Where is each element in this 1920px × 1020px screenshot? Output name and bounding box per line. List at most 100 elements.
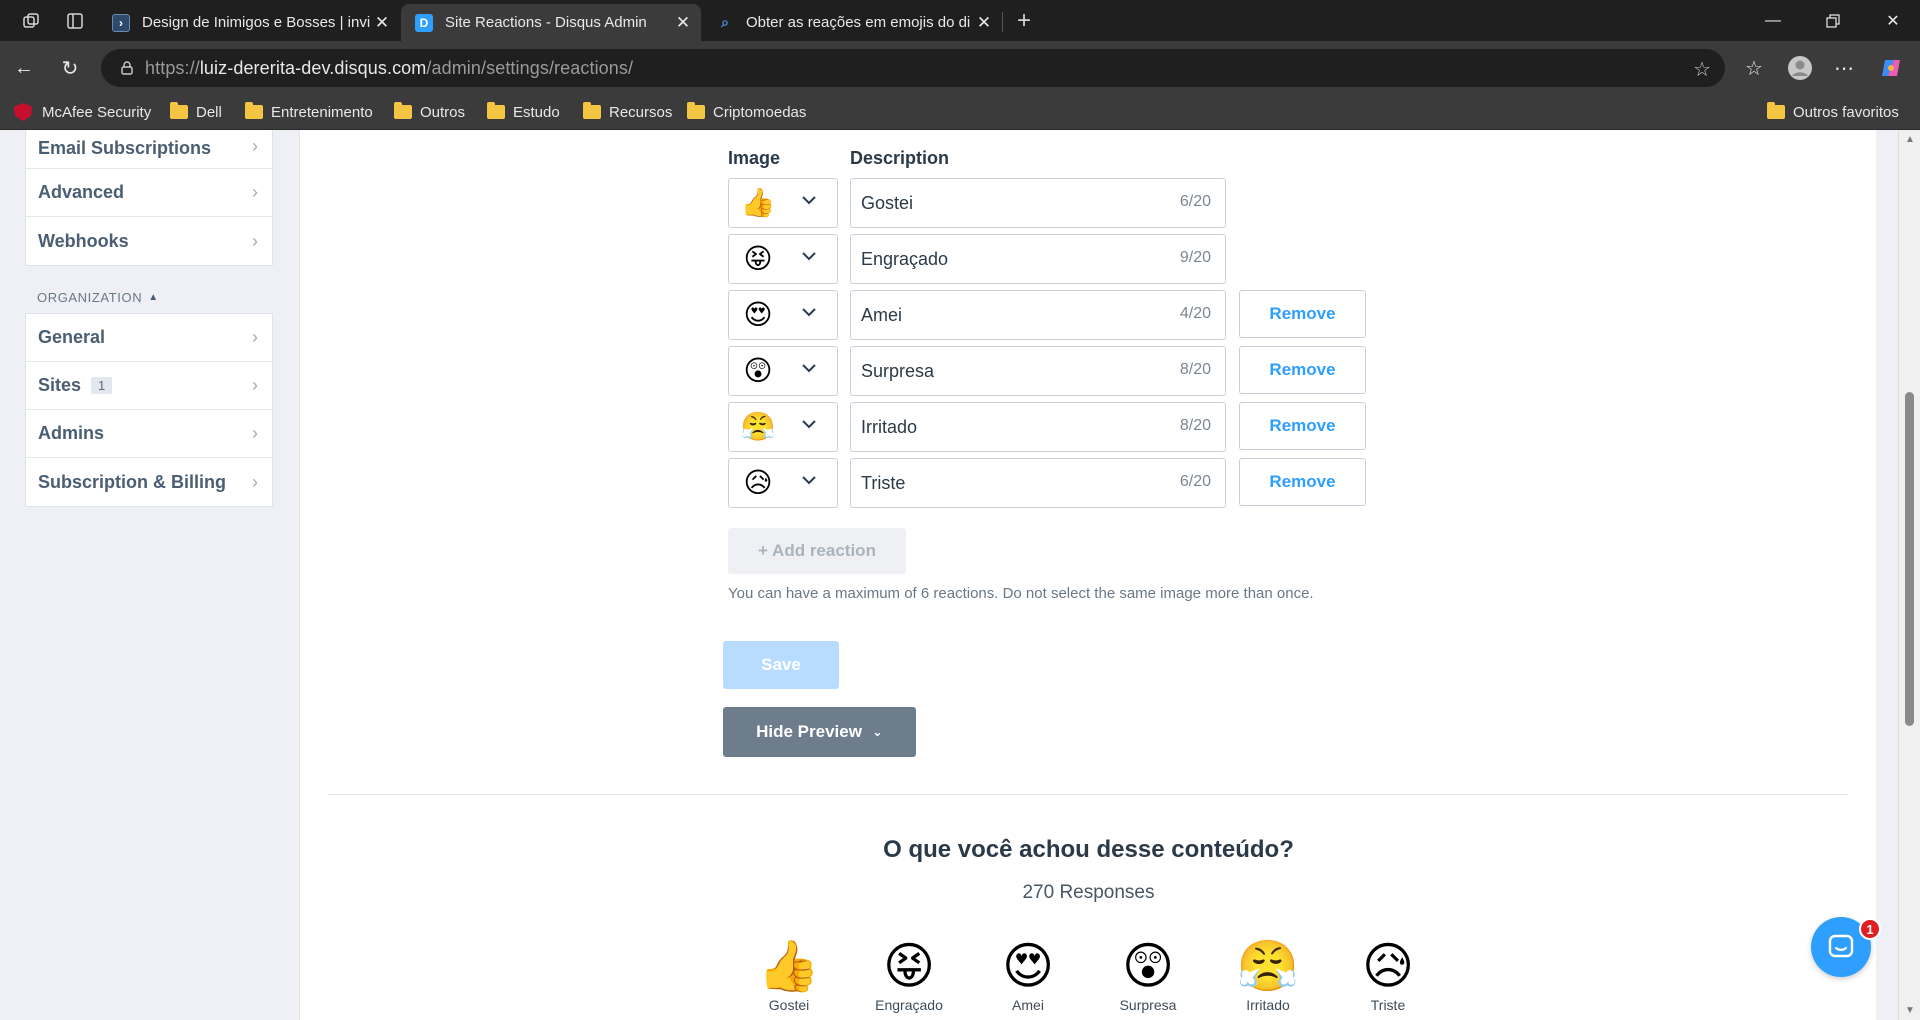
reaction-description-input[interactable]: Surpresa 8/20 — [850, 346, 1226, 396]
tab-design-inimigos[interactable]: › Design de Inimigos e Bosses | invi ✕ — [98, 4, 400, 41]
sidebar-item-general[interactable]: General › — [26, 314, 272, 362]
minimize-icon[interactable]: — — [1758, 8, 1788, 34]
site-info-icon[interactable] — [109, 60, 145, 76]
add-reaction-button[interactable]: + Add reaction — [728, 528, 906, 574]
preview-reaction[interactable]: 😤 Irritado — [1218, 937, 1318, 1013]
preview-reaction-label: Irritado — [1246, 997, 1290, 1013]
bookmark-label: Criptomoedas — [713, 103, 807, 121]
chevron-down-icon — [802, 364, 816, 373]
preview-reaction-emoji: 😤 — [1236, 938, 1300, 994]
sidebar-item-sites[interactable]: Sites 1 › — [26, 362, 272, 410]
mcafee-icon — [14, 103, 32, 121]
save-button[interactable]: Save — [723, 641, 839, 689]
url-text[interactable]: https://luiz-dererita-dev.disqus.com/adm… — [145, 58, 633, 79]
hide-preview-button[interactable]: Hide Preview ⌄ — [723, 707, 916, 757]
bookmark-entretenimento[interactable]: Entretenimento — [245, 102, 373, 122]
scroll-down-arrow-icon[interactable]: ▼ — [1905, 1005, 1915, 1016]
preview-reaction[interactable]: 👍 Gostei — [739, 937, 839, 1013]
reaction-image-select[interactable]: 👍 — [728, 178, 838, 228]
preview-reaction[interactable]: 😥 Triste — [1338, 937, 1438, 1013]
page-scrollbar[interactable]: ▲ ▼ — [1898, 130, 1920, 1020]
bookmark-dell[interactable]: Dell — [170, 102, 222, 122]
vertical-tabs-icon[interactable] — [62, 8, 88, 34]
sidebar-item-webhooks[interactable]: Webhooks › — [26, 217, 272, 265]
reaction-description-input[interactable]: Irritado 8/20 — [850, 402, 1226, 452]
reload-icon[interactable]: ↻ — [56, 54, 84, 82]
copilot-icon[interactable] — [1877, 54, 1905, 82]
folder-icon — [487, 102, 505, 119]
hide-preview-label: Hide Preview — [756, 722, 862, 741]
reaction-description-value: Amei — [861, 304, 903, 325]
bookmark-label: Estudo — [513, 103, 560, 121]
tab-site-reactions[interactable]: D Site Reactions - Disqus Admin ✕ — [401, 4, 701, 41]
preview-reaction[interactable]: 😝 Engraçado — [859, 937, 959, 1013]
close-tab-icon[interactable]: ✕ — [370, 13, 394, 33]
bookmark-other-favorites[interactable]: Outros favoritos — [1767, 102, 1899, 122]
scroll-up-arrow-icon[interactable]: ▲ — [1905, 134, 1915, 145]
favorite-star-icon[interactable]: ☆ — [1693, 57, 1711, 82]
preview-reaction[interactable]: 😍 Amei — [978, 937, 1078, 1013]
bookmark-recursos[interactable]: Recursos — [583, 102, 672, 122]
chevron-down-icon — [802, 308, 816, 317]
close-tab-icon[interactable]: ✕ — [972, 13, 996, 33]
reaction-emoji: 😝 — [743, 243, 773, 274]
tab-obter-reacoes[interactable]: ⌕ Obter as reações em emojis do di ✕ — [702, 4, 1002, 41]
reaction-emoji: 👍 — [740, 187, 776, 218]
chevron-right-icon: › — [252, 327, 258, 347]
close-tab-icon[interactable]: ✕ — [671, 13, 695, 33]
preview-title: O que você achou desse conteúdo? — [883, 836, 1294, 863]
reaction-description-input[interactable]: Engraçado 9/20 — [850, 234, 1226, 284]
back-icon[interactable]: ← — [10, 54, 38, 82]
scrollbar-thumb[interactable] — [1905, 392, 1914, 726]
remove-reaction-button[interactable]: Remove — [1239, 458, 1366, 506]
preview-reaction-emoji: 😍 — [1001, 938, 1055, 994]
sidebar-item-label: Sites — [38, 375, 82, 395]
folder-icon — [583, 102, 601, 119]
more-options-icon[interactable]: ⋯ — [1830, 54, 1858, 82]
sidebar-item-label: Email Subscriptions — [38, 138, 212, 158]
terminal-favicon-icon: › — [112, 13, 130, 32]
preview-reaction[interactable]: 😲 Surpresa — [1098, 937, 1198, 1013]
reaction-image-select[interactable]: 😍 — [728, 290, 838, 340]
remove-reaction-button[interactable]: Remove — [1239, 346, 1366, 394]
bookmark-mcafee[interactable]: McAfee Security — [14, 102, 151, 122]
reaction-image-select[interactable]: 😲 — [728, 346, 838, 396]
reaction-description-value: Surpresa — [861, 360, 935, 381]
reaction-description-input[interactable]: Amei 4/20 — [850, 290, 1226, 340]
reaction-image-select[interactable]: 😥 — [728, 458, 838, 508]
folder-icon — [1767, 102, 1785, 119]
tab-title: Site Reactions - Disqus Admin — [445, 14, 647, 31]
reaction-emoji: 😤 — [740, 411, 776, 442]
reaction-image-select[interactable]: 😝 — [728, 234, 838, 284]
description-column-header: Description — [850, 148, 950, 168]
close-window-icon[interactable]: ✕ — [1878, 8, 1908, 34]
bookmark-estudo[interactable]: Estudo — [487, 102, 560, 122]
reaction-emoji: 😥 — [743, 467, 773, 498]
reaction-emoji: 😍 — [743, 299, 773, 330]
remove-reaction-button[interactable]: Remove — [1239, 290, 1366, 338]
reaction-description-input[interactable]: Gostei 6/20 — [850, 178, 1226, 228]
new-tab-icon[interactable]: + — [1011, 7, 1037, 34]
bookmark-criptomoedas[interactable]: Criptomoedas — [687, 102, 806, 122]
workspaces-icon[interactable] — [18, 8, 44, 34]
chevron-down-icon: ⌄ — [871, 724, 883, 739]
tab-title: Design de Inimigos e Bosses | invi — [142, 14, 370, 31]
profile-avatar-icon[interactable] — [1786, 54, 1814, 82]
reaction-image-select[interactable]: 😤 — [728, 402, 838, 452]
sidebar-item-admins[interactable]: Admins › — [26, 410, 272, 458]
sidebar-item-subscription-billing[interactable]: Subscription & Billing › — [26, 458, 272, 506]
organization-heading[interactable]: ORGANIZATION ▲ — [37, 290, 273, 305]
sidebar-item-email-subscriptions[interactable]: Email Subscriptions › — [26, 130, 272, 169]
favorites-icon[interactable]: ☆ — [1740, 54, 1768, 82]
reactions-limit-note: You can have a maximum of 6 reactions. D… — [728, 585, 1314, 602]
sidebar-item-advanced[interactable]: Advanced › — [26, 169, 272, 217]
bookmark-label: Outros favoritos — [1793, 103, 1899, 121]
reactions-settings-panel: Image Description 👍 Gostei 6/20 😝 Engraç… — [299, 130, 1876, 1020]
chevron-right-icon: › — [252, 182, 258, 202]
remove-reaction-button[interactable]: Remove — [1239, 402, 1366, 450]
reaction-description-input[interactable]: Triste 6/20 — [850, 458, 1226, 508]
bookmark-outros[interactable]: Outros — [394, 102, 465, 122]
chevron-down-icon — [802, 420, 816, 429]
restore-icon[interactable] — [1818, 8, 1848, 34]
address-bar[interactable]: https://luiz-dererita-dev.disqus.com/adm… — [101, 49, 1725, 87]
